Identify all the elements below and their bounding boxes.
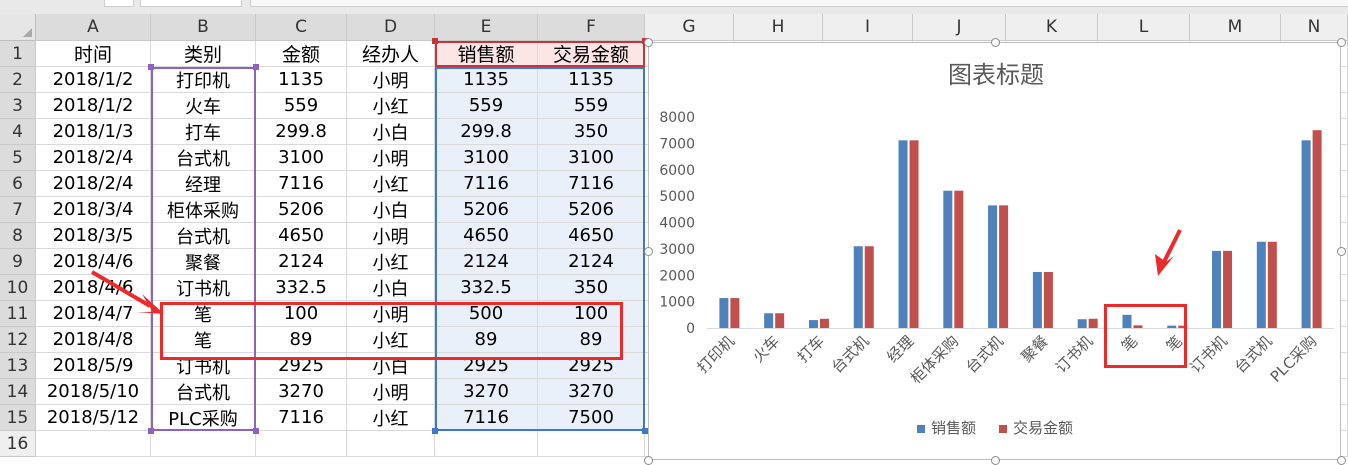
annotation-arrow-chart <box>1162 229 1182 263</box>
annotation-arrow-table <box>90 270 152 308</box>
annotation-arrows <box>90 229 1182 314</box>
annotation-arrowhead-table <box>136 294 164 314</box>
